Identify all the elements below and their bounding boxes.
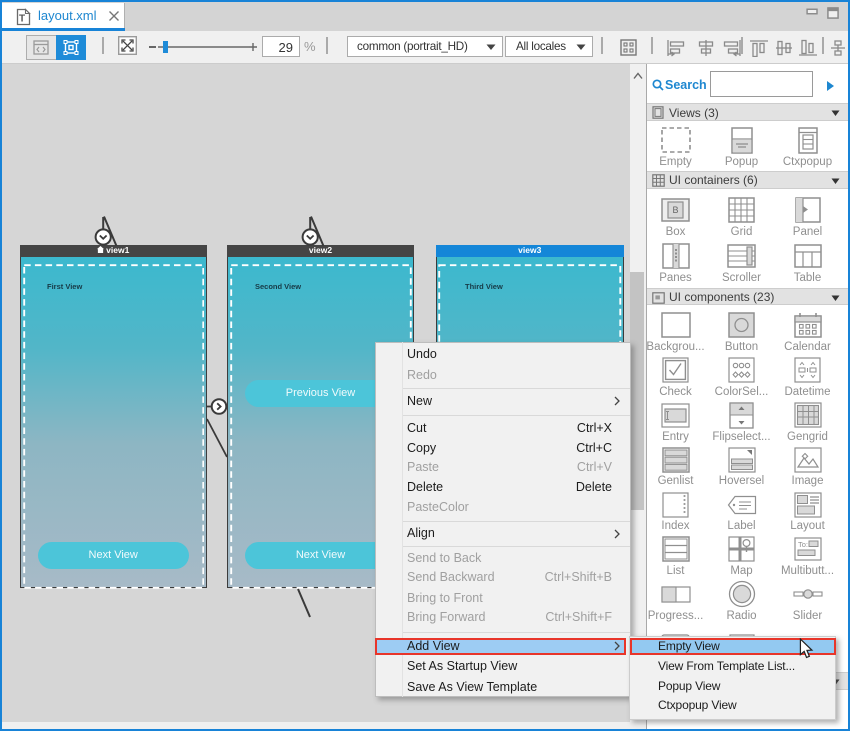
svg-text:T: T <box>19 13 25 24</box>
svg-text:To:: To: <box>798 540 808 549</box>
svg-text:B: B <box>672 205 678 215</box>
